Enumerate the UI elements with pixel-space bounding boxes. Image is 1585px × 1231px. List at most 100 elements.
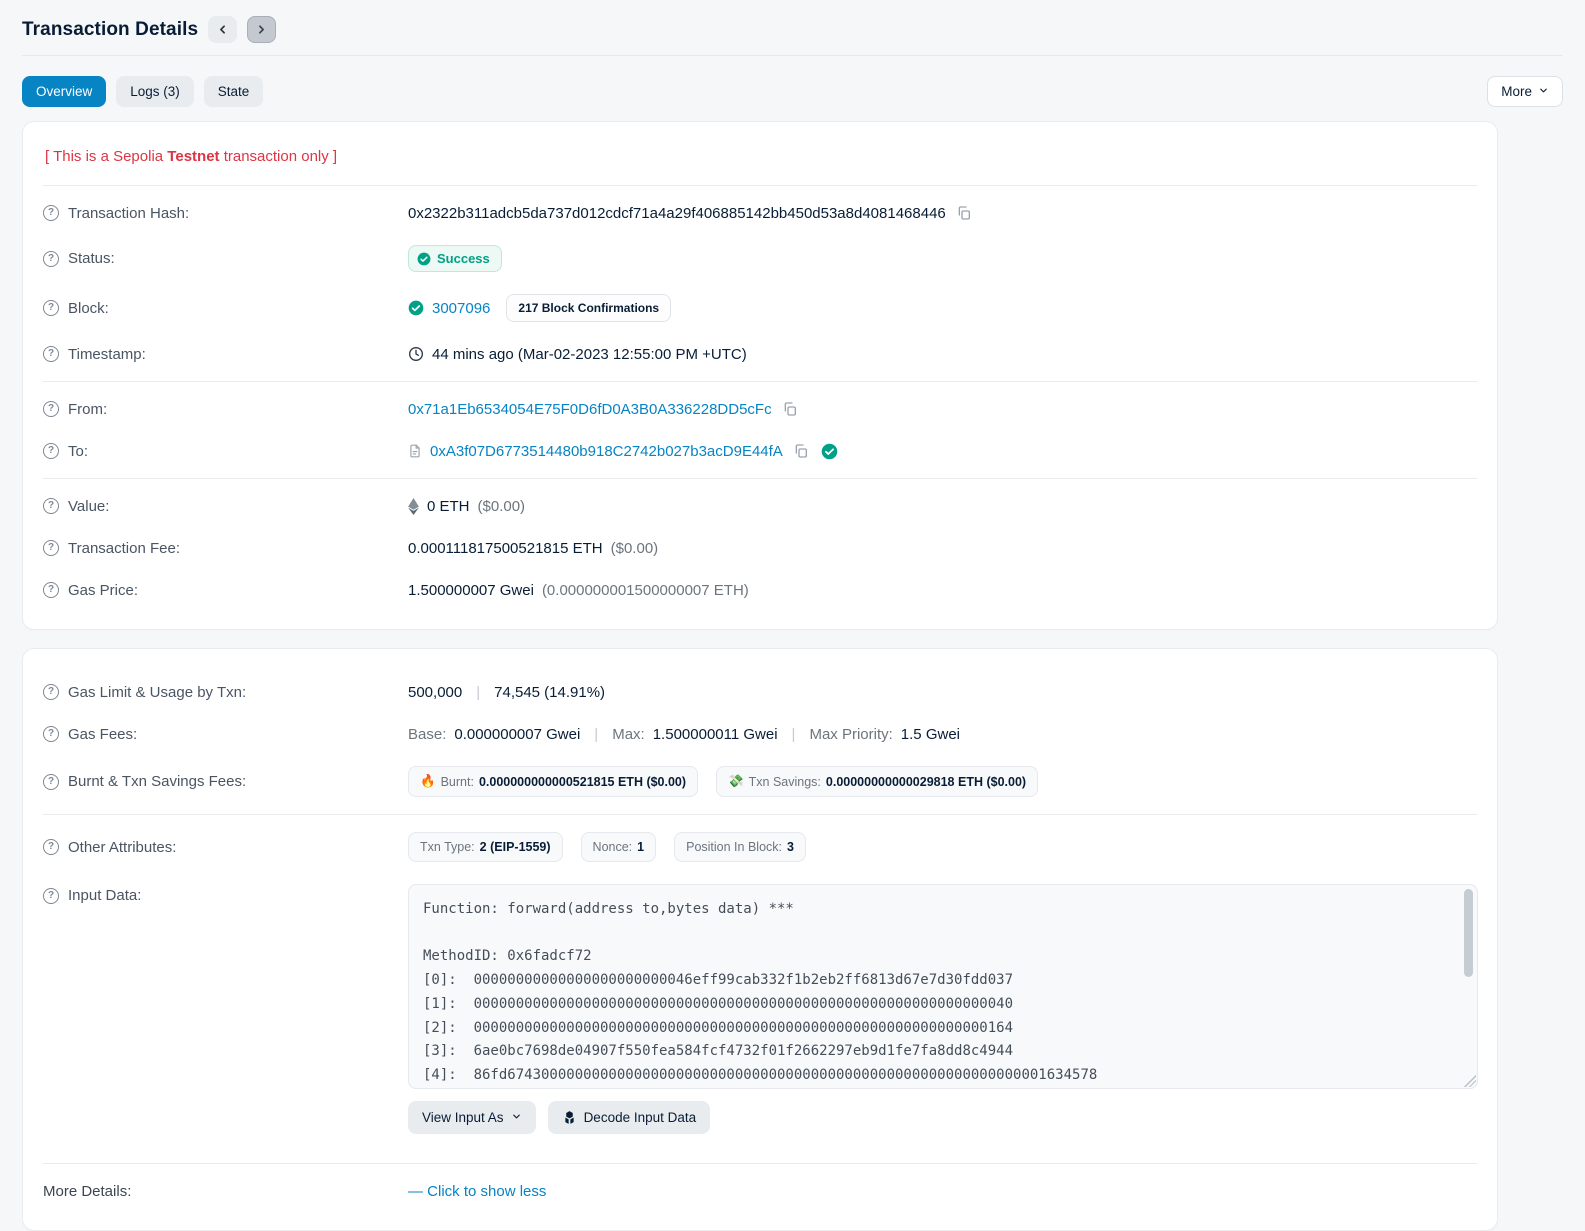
help-icon[interactable]: [43, 300, 59, 316]
status-row: Status: Success: [43, 234, 1477, 283]
txn-savings-label: Txn Savings:: [748, 774, 821, 789]
block-row: Block: 3007096 217 Block Confirmations: [43, 283, 1477, 333]
testnet-warning: [ This is a Sepolia Testnet transaction …: [43, 140, 1477, 179]
clock-icon: [408, 346, 424, 362]
value-usd: ($0.00): [477, 497, 526, 515]
position-in-block-badge: Position In Block: 3: [674, 832, 806, 862]
chevron-down-icon: [1538, 84, 1549, 99]
tab-state[interactable]: State: [203, 76, 264, 107]
transaction-hash-value: 0x2322b311adcb5da737d012cdcf71a4a29f4068…: [408, 204, 946, 222]
scrollbar-thumb[interactable]: [1464, 889, 1473, 977]
more-label: More: [1501, 84, 1532, 99]
help-icon[interactable]: [43, 401, 59, 417]
transaction-fee-row: Transaction Fee: 0.000111817500521815 ET…: [43, 527, 1477, 569]
input-data-row: Input Data: Function: forward(address to…: [43, 873, 1478, 1145]
help-icon[interactable]: [43, 540, 59, 556]
timestamp-value: 44 mins ago (Mar-02-2023 12:55:00 PM +UT…: [432, 345, 747, 363]
details-card: Gas Limit & Usage by Txn: 500,000 | 74,5…: [22, 648, 1498, 1231]
block-confirmations-badge: 217 Block Confirmations: [506, 294, 672, 322]
tab-logs[interactable]: Logs (3): [116, 76, 194, 107]
overview-card: [ This is a Sepolia Testnet transaction …: [22, 121, 1498, 630]
gas-price-row: Gas Price: 1.500000007 Gwei (0.000000001…: [43, 569, 1477, 611]
separator: |: [594, 725, 599, 743]
burnt-badge: 🔥 Burnt: 0.000000000000521815 ETH ($0.00…: [408, 766, 699, 797]
page-title: Transaction Details: [22, 18, 199, 40]
help-icon[interactable]: [43, 443, 59, 459]
block-label: Block:: [68, 299, 109, 317]
eth-diamond-icon: [408, 497, 419, 515]
status-label: Status:: [68, 250, 115, 267]
input-data-scrollbar[interactable]: [1464, 887, 1475, 1088]
burnt-fees-label: Burnt & Txn Savings Fees:: [68, 773, 247, 790]
from-address-link[interactable]: 0x71a1Eb6534054E75F0D6fD0A3B0A336228DD5c…: [408, 401, 772, 418]
other-attributes-row: Other Attributes: Txn Type: 2 (EIP-1559)…: [43, 821, 1477, 873]
next-transaction-button[interactable]: [247, 16, 277, 43]
view-input-as-button[interactable]: View Input As: [408, 1101, 536, 1134]
tab-overview[interactable]: Overview: [22, 76, 107, 107]
copy-icon[interactable]: [782, 401, 798, 417]
status-badge: Success: [408, 245, 502, 272]
separator: |: [791, 725, 796, 743]
help-icon[interactable]: [43, 726, 59, 742]
page-header: Transaction Details: [0, 0, 1585, 55]
value-label: Value:: [68, 497, 110, 515]
gas-fees-label: Gas Fees:: [68, 725, 138, 743]
timestamp-row: Timestamp: 44 mins ago (Mar-02-2023 12:5…: [43, 333, 1477, 375]
input-data-label: Input Data:: [68, 887, 142, 904]
chevron-down-icon: [511, 1110, 522, 1125]
max-priority-fee-label: Max Priority:: [809, 725, 893, 743]
decode-input-data-button[interactable]: Decode Input Data: [547, 1101, 711, 1134]
gas-fees-row: Gas Fees: Base: 0.000000007 Gwei | Max: …: [43, 713, 1477, 755]
separator: |: [476, 683, 481, 701]
view-input-as-label: View Input As: [422, 1110, 504, 1125]
transaction-fee-amount: 0.000111817500521815 ETH: [408, 539, 603, 557]
nonce-badge: Nonce: 1: [580, 832, 657, 862]
tab-list: Overview Logs (3) State: [22, 76, 264, 107]
help-icon[interactable]: [43, 773, 59, 790]
help-icon[interactable]: [43, 250, 59, 267]
help-icon[interactable]: [43, 684, 59, 700]
cubes-icon: [562, 1110, 577, 1125]
tabs-row: Overview Logs (3) State More: [0, 56, 1585, 121]
max-fee-value: 1.500000011 Gwei: [652, 725, 778, 743]
block-number-link[interactable]: 3007096: [432, 300, 490, 317]
help-icon[interactable]: [43, 346, 59, 362]
gas-price-amount: 1.500000007 Gwei: [408, 581, 534, 599]
input-data-textarea[interactable]: Function: forward(address to,bytes data)…: [408, 884, 1478, 1089]
divider: [43, 478, 1477, 479]
divider: [43, 185, 1477, 186]
timestamp-label: Timestamp:: [68, 345, 146, 363]
other-attributes-label: Other Attributes:: [68, 838, 177, 856]
divider: [43, 814, 1477, 815]
to-address-link[interactable]: 0xA3f07D6773514480b918C2742b027b3acD9E44…: [430, 443, 783, 460]
nonce-label: Nonce:: [592, 840, 633, 854]
value-row: Value: 0 ETH ($0.00): [43, 485, 1477, 527]
max-fee-label: Max:: [612, 725, 645, 743]
fire-icon: 🔥: [420, 774, 436, 788]
decode-input-data-label: Decode Input Data: [583, 1110, 697, 1125]
copy-icon[interactable]: [793, 443, 809, 459]
help-icon[interactable]: [43, 205, 59, 221]
txn-savings-value: 0.00000000000029818 ETH ($0.00): [825, 774, 1027, 789]
help-icon[interactable]: [43, 498, 59, 514]
more-dropdown-button[interactable]: More: [1487, 76, 1563, 107]
help-icon[interactable]: [43, 582, 59, 598]
position-in-block-label: Position In Block:: [686, 840, 782, 854]
transaction-fee-label: Transaction Fee:: [68, 539, 180, 557]
txn-type-value: 2 (EIP-1559): [479, 840, 551, 854]
help-icon[interactable]: [43, 887, 59, 904]
burnt-label: Burnt:: [440, 774, 474, 789]
check-circle-icon: [417, 252, 431, 266]
click-to-show-less-link[interactable]: — Click to show less: [408, 1183, 546, 1200]
resize-handle-icon[interactable]: [1464, 1075, 1476, 1087]
help-icon[interactable]: [43, 839, 59, 855]
money-wings-icon: 💸: [728, 774, 744, 788]
status-value: Success: [437, 251, 490, 266]
to-row: To: 0xA3f07D6773514480b918C2742b027b3acD…: [43, 430, 1477, 472]
copy-icon[interactable]: [956, 205, 972, 221]
previous-transaction-button[interactable]: [208, 16, 238, 43]
transaction-details-page: Transaction Details Overview Logs (3) St…: [0, 0, 1585, 1231]
gas-price-eth: (0.000000001500000007 ETH): [541, 581, 749, 599]
transaction-fee-usd: ($0.00): [610, 539, 659, 557]
chevron-left-icon: [216, 23, 229, 36]
